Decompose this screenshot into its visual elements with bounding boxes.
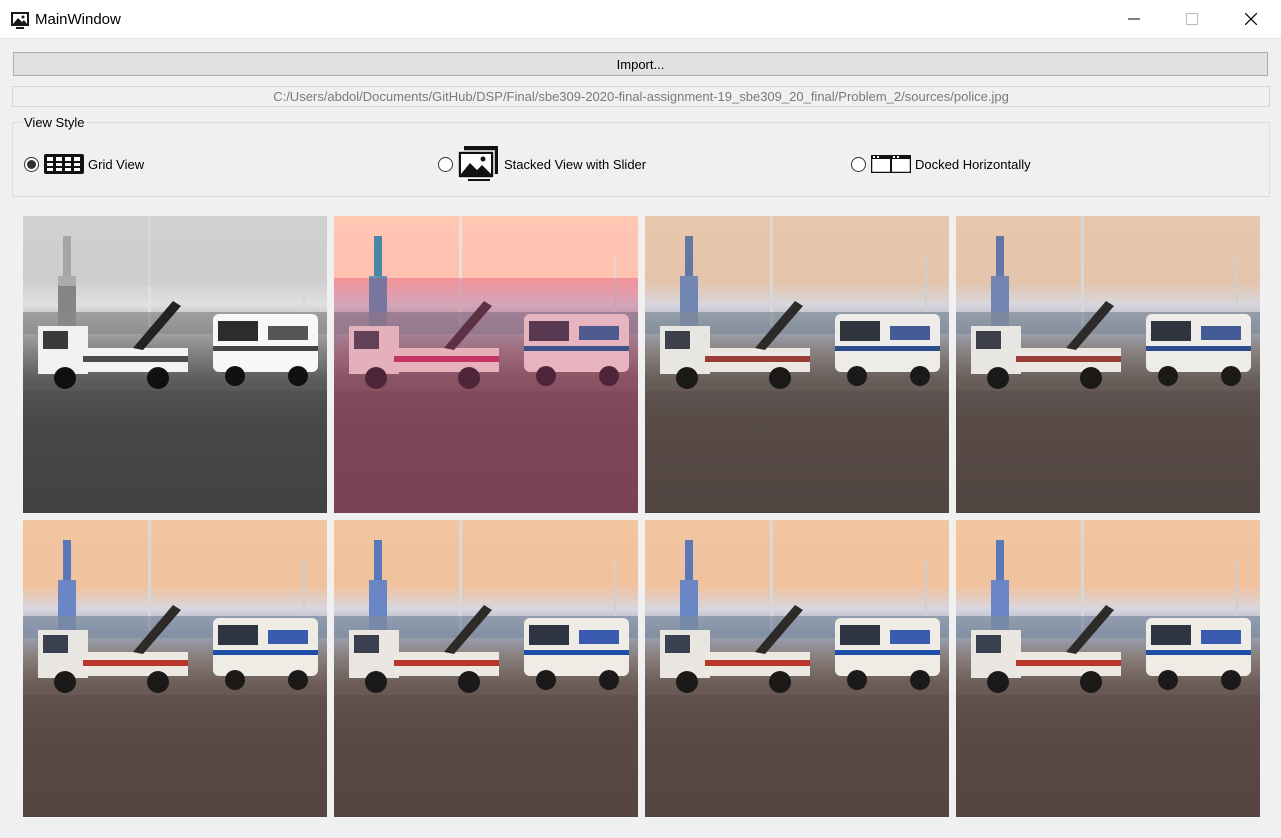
- stacked-view-label: Stacked View with Slider: [504, 156, 647, 172]
- view-style-title: View Style: [22, 115, 87, 130]
- maximize-button[interactable]: [1163, 0, 1221, 38]
- close-button[interactable]: [1222, 0, 1280, 38]
- minimize-button[interactable]: [1105, 0, 1163, 38]
- stacked-view-option[interactable]: Stacked View with Slider: [438, 146, 646, 182]
- title-bar: MainWindow: [0, 0, 1281, 39]
- grid-image-6: [334, 520, 638, 817]
- docked-horizontal-label: Docked Horizontally: [915, 156, 1031, 172]
- grid-image-1: [23, 216, 327, 513]
- window-title: MainWindow: [35, 11, 121, 28]
- tint-overlay: [334, 278, 638, 513]
- docked-horizontal-radio[interactable]: [851, 156, 866, 172]
- grid-image-5: [23, 520, 327, 817]
- grid-image-4: [956, 216, 1260, 513]
- file-path-field[interactable]: C:/Users/abdol/Documents/GitHub/DSP/Fina…: [12, 86, 1270, 107]
- close-icon: [1245, 13, 1257, 25]
- import-button[interactable]: Import...: [13, 52, 1268, 76]
- grid-image-8: [956, 520, 1260, 817]
- grid-icon: [44, 154, 84, 174]
- picture-icon: [11, 12, 29, 29]
- docked-horizontal-icon: [871, 155, 911, 173]
- grid-view-radio[interactable]: [24, 156, 39, 172]
- tint-overlay: [23, 216, 327, 286]
- grid-view-label: Grid View: [88, 156, 145, 172]
- grid-image-2: [334, 216, 638, 513]
- docked-horizontal-option[interactable]: Docked Horizontally: [851, 146, 1031, 182]
- maximize-icon: [1186, 13, 1198, 25]
- stacked-view-radio[interactable]: [438, 156, 453, 172]
- grid-image-7: [645, 520, 949, 817]
- grid-image-3: [645, 216, 949, 513]
- stacked-images-icon: [458, 146, 498, 181]
- minimize-icon: [1128, 18, 1140, 20]
- grid-view-option[interactable]: Grid View: [24, 146, 144, 182]
